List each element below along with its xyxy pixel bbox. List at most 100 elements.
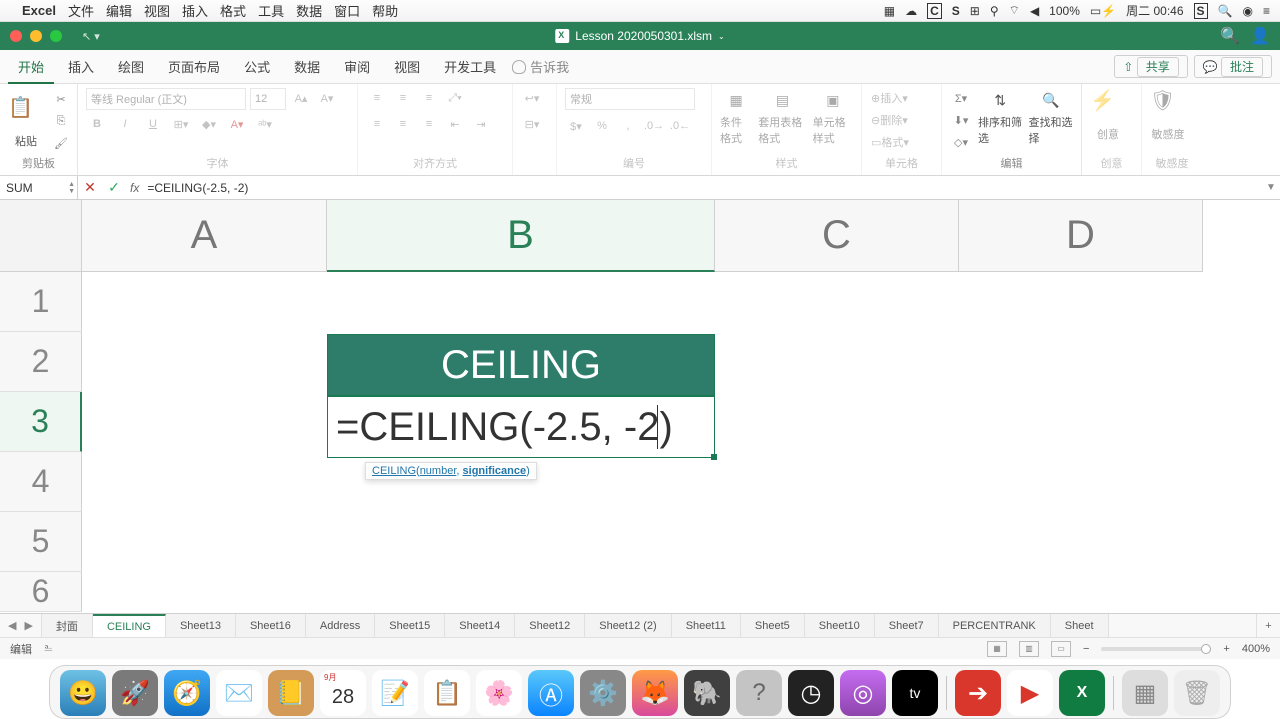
row-header-6[interactable]: 6: [0, 572, 82, 612]
name-box-stepper-icon[interactable]: ▲▼: [68, 181, 75, 195]
formula-input[interactable]: =CEILING(-2.5, -2): [143, 181, 1262, 195]
dock-photos-icon[interactable]: 🌸: [476, 670, 522, 716]
sheet-tab-sheet13[interactable]: Sheet13: [166, 614, 236, 637]
font-size-select[interactable]: [250, 88, 286, 110]
status-icon-c[interactable]: C: [927, 3, 942, 19]
align-bottom-icon[interactable]: ≡: [418, 88, 440, 108]
format-as-table-icon[interactable]: ▤: [770, 88, 794, 112]
phonetic-button[interactable]: ᵃᵇ▾: [254, 114, 276, 134]
column-header-a[interactable]: A: [82, 200, 327, 272]
menu-tools[interactable]: 工具: [258, 1, 284, 20]
sheet-tab-sheet11[interactable]: Sheet11: [672, 614, 741, 637]
tab-view[interactable]: 视图: [384, 49, 430, 84]
insert-cells-button[interactable]: ⊕ 插入 ▾: [870, 88, 909, 108]
comma-icon[interactable]: ,: [617, 116, 639, 136]
fx-icon[interactable]: fx: [130, 181, 139, 195]
tab-pagelayout[interactable]: 页面布局: [158, 49, 230, 84]
zoom-slider-thumb[interactable]: [1201, 644, 1211, 654]
dock-launchpad-icon[interactable]: 🚀: [112, 670, 158, 716]
siri-icon[interactable]: ◉: [1243, 4, 1253, 18]
spotlight-icon[interactable]: 🔍: [1218, 4, 1233, 18]
row-header-2[interactable]: 2: [0, 332, 82, 392]
tab-formulas[interactable]: 公式: [234, 49, 280, 84]
dock-contacts-icon[interactable]: 📒: [268, 670, 314, 716]
dock-excel-icon[interactable]: X: [1059, 670, 1105, 716]
sort-filter-icon[interactable]: ⇅: [988, 88, 1012, 112]
menu-format[interactable]: 格式: [220, 1, 246, 20]
tab-draw[interactable]: 绘图: [108, 49, 154, 84]
sheet-tab-ceiling[interactable]: CEILING: [93, 614, 166, 637]
indent-decrease-icon[interactable]: ⇤: [444, 114, 466, 134]
column-header-c[interactable]: C: [715, 200, 959, 272]
align-center-icon[interactable]: ≡: [392, 114, 414, 134]
fill-handle[interactable]: [711, 454, 717, 460]
tooltip-arg2[interactable]: significance: [463, 465, 527, 477]
bluetooth-icon[interactable]: ⚲: [990, 4, 999, 18]
sheet-tab-sheet10[interactable]: Sheet10: [805, 614, 875, 637]
sensitivity-icon[interactable]: 🛡: [1150, 88, 1186, 124]
cut-icon[interactable]: ✂: [50, 90, 72, 110]
row-header-4[interactable]: 4: [0, 452, 82, 512]
tab-review[interactable]: 审阅: [334, 49, 380, 84]
clock-text[interactable]: 周二 00:46: [1126, 2, 1183, 19]
merge-cells-icon[interactable]: ⊟▾: [521, 114, 543, 134]
menu-edit[interactable]: 编辑: [106, 1, 132, 20]
currency-icon[interactable]: $▾: [565, 116, 587, 136]
number-format-select[interactable]: [565, 88, 695, 110]
dock-finder-icon[interactable]: 😀: [60, 670, 106, 716]
zoom-in-button[interactable]: +: [1223, 643, 1229, 655]
app-name[interactable]: Excel: [22, 3, 56, 18]
tab-developer[interactable]: 开发工具: [434, 49, 506, 84]
view-normal-icon[interactable]: ▦: [987, 641, 1007, 657]
dock-appletv-icon[interactable]: tv: [892, 670, 938, 716]
tooltip-arg1[interactable]: number: [420, 465, 457, 477]
percent-icon[interactable]: %: [591, 116, 613, 136]
sheet-tab-address[interactable]: Address: [306, 614, 375, 637]
font-color-button[interactable]: A▾: [226, 114, 248, 134]
decimal-increase-icon[interactable]: .0→: [643, 116, 665, 136]
dock-mail-icon[interactable]: ✉️: [216, 670, 262, 716]
zoom-slider[interactable]: [1101, 647, 1211, 651]
dock-settings-icon[interactable]: ⚙️: [580, 670, 626, 716]
dock-app-c-icon[interactable]: ▶: [1007, 670, 1053, 716]
menu-insert[interactable]: 插入: [182, 1, 208, 20]
row-header-1[interactable]: 1: [0, 272, 82, 332]
dock-folder-icon[interactable]: ▦: [1122, 670, 1168, 716]
window-close-button[interactable]: [10, 30, 22, 42]
column-header-d[interactable]: D: [959, 200, 1203, 272]
sheet-tab-sheet-trunc[interactable]: Sheet: [1051, 614, 1109, 637]
view-page-layout-icon[interactable]: ▥: [1019, 641, 1039, 657]
sheet-tab-sheet14[interactable]: Sheet14: [445, 614, 515, 637]
sheet-tab-sheet7[interactable]: Sheet7: [875, 614, 939, 637]
zoom-out-button[interactable]: −: [1083, 643, 1089, 655]
menu-file[interactable]: 文件: [68, 1, 94, 20]
formula-cancel-button[interactable]: ✕: [78, 179, 102, 196]
dock-app-red-icon[interactable]: ➔: [955, 670, 1001, 716]
sheet-tab-sheet12-2[interactable]: Sheet12 (2): [585, 614, 671, 637]
find-select-icon[interactable]: 🔍: [1039, 88, 1063, 112]
window-minimize-button[interactable]: [30, 30, 42, 42]
view-page-break-icon[interactable]: ▭: [1051, 641, 1071, 657]
battery-icon[interactable]: ▭⚡: [1090, 4, 1116, 18]
italic-button[interactable]: I: [114, 114, 136, 134]
ideas-icon[interactable]: ⚡: [1090, 88, 1126, 124]
comments-button[interactable]: 💬 批注: [1194, 55, 1272, 78]
menu-view[interactable]: 视图: [144, 1, 170, 20]
menu-window[interactable]: 窗口: [334, 1, 360, 20]
format-cells-button[interactable]: ▭ 格式 ▾: [870, 132, 910, 152]
fill-color-button[interactable]: ◆▾: [198, 114, 220, 134]
sheet-tab-sheet12[interactable]: Sheet12: [515, 614, 585, 637]
paste-icon[interactable]: 📋: [8, 95, 44, 131]
name-box[interactable]: SUM ▲▼: [0, 176, 78, 199]
sheet-nav-prev-icon[interactable]: ◀: [8, 619, 16, 632]
column-header-b[interactable]: B: [327, 200, 715, 272]
title-dropdown-icon[interactable]: ⌄: [718, 32, 725, 41]
cell-b3-editing[interactable]: =CEILING(-2.5, -2): [327, 396, 715, 458]
align-left-icon[interactable]: ≡: [366, 114, 388, 134]
sheet-nav-next-icon[interactable]: ▶: [24, 619, 32, 632]
fill-icon[interactable]: ⬇▾: [950, 110, 972, 130]
status-icon-cloud[interactable]: ☁: [905, 4, 917, 18]
tell-me-search[interactable]: 告诉我: [512, 57, 569, 76]
underline-button[interactable]: U: [142, 114, 164, 134]
cell-b2[interactable]: CEILING: [327, 334, 715, 396]
